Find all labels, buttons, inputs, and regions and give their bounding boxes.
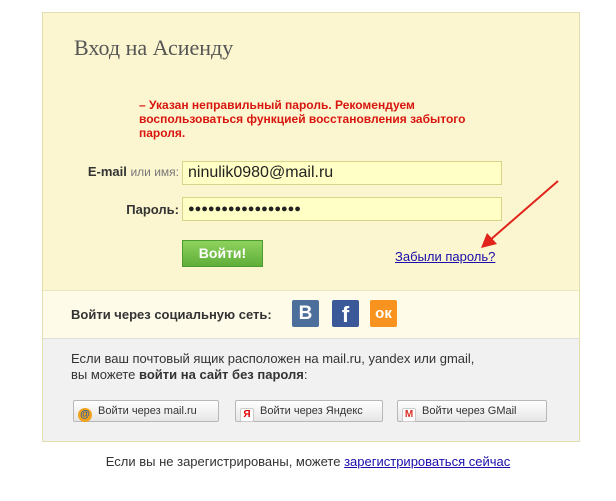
error-message: – Указан неправильный пароль. Рекомендуе…: [139, 98, 466, 140]
register-now-link[interactable]: зарегистрироваться сейчас: [344, 454, 510, 469]
email-label: E-mail или имя:: [88, 164, 179, 179]
mailru-login-label: Войти через mail.ru: [98, 405, 197, 417]
email-label-bold: E-mail: [87, 164, 127, 179]
passwordless-line-1: Если ваш почтовый ящик расположен на mai…: [71, 351, 475, 366]
yandex-login-label: Войти через Яндекс: [260, 405, 363, 417]
yandex-icon: Я: [240, 408, 254, 422]
password-label: Пароль:: [126, 202, 179, 217]
password-field[interactable]: [182, 197, 502, 221]
login-form-area: Вход на Асиенду – Указан неправильный па…: [43, 13, 579, 290]
registration-text: Если вы не зарегистрированы, можете: [105, 454, 345, 469]
yandex-login-button[interactable]: Я Войти через Яндекс: [235, 400, 383, 422]
social-login-label: Войти через социальную сеть:: [71, 307, 272, 322]
email-label-muted: или имя:: [130, 165, 179, 179]
gmail-login-button[interactable]: M Войти через GMail: [397, 400, 547, 422]
login-button[interactable]: Войти!: [182, 240, 263, 267]
page-title: Вход на Асиенду: [74, 35, 234, 60]
mailru-icon: @: [78, 408, 92, 422]
passwordless-line-2: вы можете войти на сайт без пароля:: [71, 367, 474, 383]
passwordless-line-2-suffix: :: [303, 367, 308, 382]
passwordless-line-2-prefix: вы можете: [71, 367, 140, 382]
odnoklassniki-login-button[interactable]: ок: [370, 300, 397, 327]
gmail-icon: M: [402, 408, 416, 422]
password-label-text: Пароль:: [126, 202, 179, 217]
facebook-login-button[interactable]: f: [332, 300, 359, 327]
registration-footer: Если вы не зарегистрированы, можете заре…: [0, 454, 616, 469]
passwordless-info: Если ваш почтовый ящик расположен на mai…: [71, 351, 474, 383]
vk-icon: B: [298, 303, 313, 324]
social-login-area: Войти через социальную сеть: B f ок: [43, 290, 579, 339]
vk-login-button[interactable]: B: [292, 300, 319, 327]
passwordless-line-2-bold: войти на сайт без пароля: [139, 367, 304, 382]
gmail-login-label: Войти через GMail: [422, 405, 517, 417]
login-panel: Вход на Асиенду – Указан неправильный па…: [42, 12, 580, 442]
odnoklassniki-icon: ок: [375, 305, 392, 322]
red-arrow-icon: [481, 180, 559, 248]
email-field[interactable]: [182, 161, 502, 185]
mailru-login-button[interactable]: @ Войти через mail.ru: [73, 400, 219, 422]
facebook-icon: f: [341, 302, 350, 327]
